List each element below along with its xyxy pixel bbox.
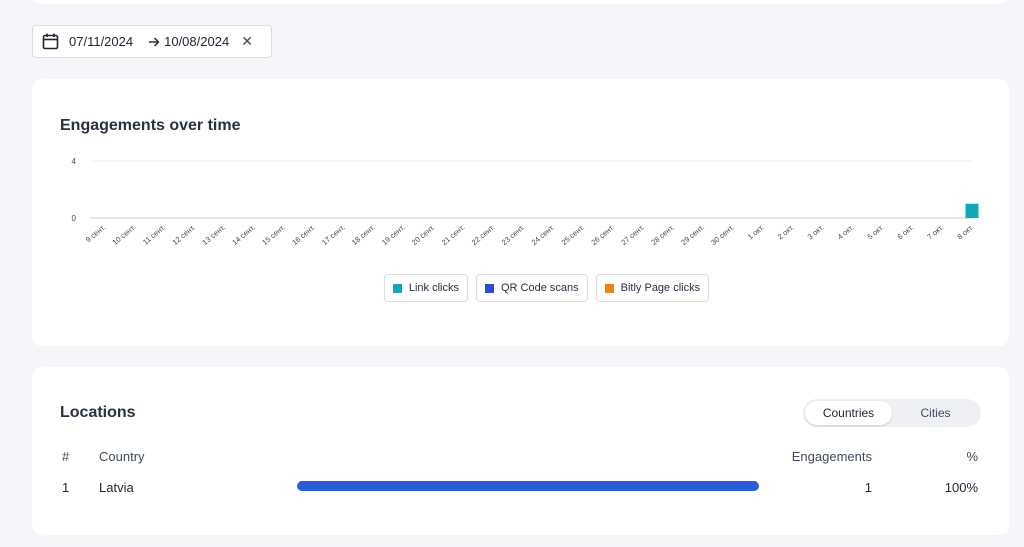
legend-swatch [484, 283, 494, 293]
y-tick-label: 0 [72, 214, 77, 223]
legend-swatch [392, 283, 402, 293]
x-tick-label: 25 сент. [560, 223, 587, 247]
engagements-chart-card: Engagements over time 049 сент. 10 сент. 1… [32, 79, 1009, 346]
x-tick-label: 19 сент. [380, 223, 407, 247]
legend-label: QR Code scans [500, 282, 579, 294]
x-tick-label: 4 окт. [836, 223, 856, 242]
row-country: Latvia [99, 480, 134, 495]
x-tick-label: 22 сент. [470, 223, 497, 247]
x-tick-label: 26 сент. [590, 223, 617, 247]
clear-date-icon[interactable]: ✕ [241, 33, 253, 50]
legend-item[interactable]: QR Code scans [475, 274, 588, 302]
x-tick-label: 16 сент. [290, 223, 317, 247]
header-percent[interactable]: % [966, 449, 978, 464]
locations-card: Locations Countries Cities # Country Eng… [32, 367, 1009, 535]
x-tick-label: 12 сент. [170, 223, 197, 247]
x-tick-label: 1 окт. [746, 223, 766, 242]
y-tick-label: 4 [72, 157, 77, 166]
tab-countries[interactable]: Countries [805, 401, 892, 425]
date-end[interactable]: 10/08/2024 [164, 34, 229, 49]
x-tick-label: 23 сент. [500, 223, 527, 247]
row-percent: 100% [944, 480, 978, 495]
share-bar [297, 481, 759, 491]
x-tick-label: 8 окт. [955, 223, 975, 242]
x-tick-label: 6 окт. [895, 223, 915, 242]
x-tick-label: 27 сент. [619, 223, 646, 247]
x-tick-label: 3 окт. [806, 223, 826, 242]
row-num: 1 [62, 480, 70, 495]
x-tick-label: 21 сент. [440, 223, 467, 247]
share-bar-fill [297, 481, 759, 491]
x-tick-label: 2 окт. [776, 223, 796, 242]
x-tick-label: 29 сент. [679, 223, 706, 247]
legend-item[interactable]: Link clicks [383, 274, 468, 302]
arrow-right-icon [148, 36, 160, 48]
x-tick-label: 28 сент. [649, 223, 676, 247]
row-engagements: 1 [864, 480, 872, 495]
x-tick-label: 14 сент. [230, 223, 257, 247]
top-card-edge [32, 0, 1009, 4]
chart-legend: Link clicks QR Code scans Bitly Page click… [32, 274, 1009, 302]
tab-cities[interactable]: Cities [892, 401, 979, 425]
x-tick-label: 18 сент. [350, 223, 377, 247]
x-tick-label: 5 окт. [866, 223, 886, 242]
countries-cities-toggle[interactable]: Countries Cities [803, 399, 981, 427]
locations-title: Locations [60, 404, 136, 421]
legend-swatch [604, 283, 614, 293]
x-tick-label: 9 сент. [84, 223, 107, 245]
x-tick-label: 11 сент. [141, 223, 167, 247]
x-tick-label: 24 сент. [530, 223, 557, 247]
date-range-filter[interactable]: 07/11/2024 10/08/2024 ✕ [32, 25, 272, 58]
legend-label: Link clicks [408, 282, 459, 294]
x-tick-label: 7 окт. [925, 223, 945, 242]
date-start[interactable]: 07/11/2024 [69, 34, 133, 49]
x-tick-label: 10 сент. [111, 223, 138, 247]
x-tick-label: 30 сент. [709, 223, 736, 247]
x-tick-label: 15 сент. [260, 223, 287, 247]
calendar-icon [42, 33, 60, 51]
engagements-chart: 0 4 9 сент. 10 сент. 11 сент. 12 сент. 13 сент… [72, 157, 979, 247]
bar-link-clicks [965, 203, 979, 218]
legend-item[interactable]: Bitly Page clicks [595, 274, 710, 302]
x-tick-label: 13 сент. [200, 223, 227, 247]
x-tick-label: 20 сент. [410, 223, 437, 247]
header-num: # [62, 449, 70, 464]
x-tick-label: 17 сент. [320, 223, 347, 247]
header-engagements[interactable]: Engagements [792, 449, 872, 464]
header-country[interactable]: Country [99, 449, 145, 464]
legend-label: Bitly Page clicks [620, 282, 701, 294]
